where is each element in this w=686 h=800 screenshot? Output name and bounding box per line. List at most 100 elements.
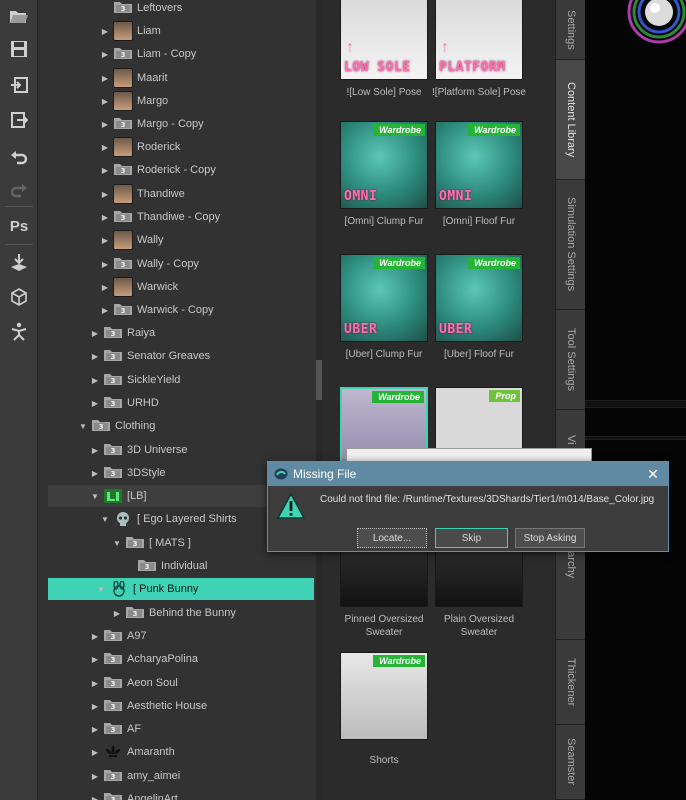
expand-right-icon[interactable]: ▶ xyxy=(100,97,110,106)
folder-icon: 3 xyxy=(91,418,111,434)
expand-right-icon[interactable]: ▶ xyxy=(100,236,110,245)
tree-row[interactable]: ▶ 3 Senator Greaves xyxy=(90,345,210,367)
content-card[interactable]: Wardrobe UBER [Uber] Clump Fur xyxy=(340,254,428,361)
redo-icon[interactable] xyxy=(7,178,31,202)
undo-icon[interactable] xyxy=(7,145,31,169)
expand-right-icon[interactable]: ▶ xyxy=(90,679,100,688)
expand-right-icon[interactable]: ▶ xyxy=(90,329,100,338)
content-card[interactable]: Wardrobe Shorts xyxy=(340,652,428,767)
tree-row[interactable]: ▶ Liam xyxy=(100,20,161,42)
expand-right-icon[interactable]: ▶ xyxy=(100,306,110,315)
camera-cube-icon[interactable] xyxy=(585,0,686,60)
tree-row[interactable]: ▶ 3 Liam - Copy xyxy=(100,43,196,65)
tree-row[interactable]: ▶ 3 3DStyle xyxy=(90,462,166,484)
expand-right-icon[interactable]: ▶ xyxy=(100,143,110,152)
tree-row[interactable]: ▶ Thandiwe xyxy=(100,183,185,205)
expand-right-icon[interactable]: ▶ xyxy=(100,50,110,59)
expand-right-icon[interactable]: ▶ xyxy=(90,772,100,781)
card-tag: Wardrobe xyxy=(468,124,520,136)
pose-icon[interactable] xyxy=(7,320,31,344)
stop-asking-button[interactable]: Stop Asking xyxy=(515,528,585,548)
tree-row[interactable]: ▼ 3 Clothing xyxy=(78,415,155,437)
drop-to-floor-icon[interactable] xyxy=(7,251,31,275)
pane-tab[interactable]: Content Library xyxy=(556,60,586,180)
tree-row-label: 3DStyle xyxy=(127,467,166,479)
expand-right-icon[interactable]: ▶ xyxy=(90,725,100,734)
expand-down-icon[interactable]: ▼ xyxy=(96,585,106,594)
pane-tab[interactable]: Seamster xyxy=(556,725,586,800)
pane-tab[interactable]: Tool Settings xyxy=(556,310,586,410)
tree-row[interactable]: ▶ 3 amy_aimei xyxy=(90,765,180,787)
tree-row[interactable]: 3 Leftovers xyxy=(100,0,182,19)
tree-row[interactable]: ▼ 3 [ MATS ] xyxy=(112,532,191,554)
tree-row[interactable]: ▶ 3 A97 xyxy=(90,625,147,647)
tree-row[interactable]: ▶ Margo xyxy=(100,90,168,112)
tree-row[interactable]: ▶ Amaranth xyxy=(90,741,175,763)
expand-down-icon[interactable]: ▼ xyxy=(112,539,122,548)
character-thumbnail xyxy=(113,137,133,157)
expand-right-icon[interactable]: ▶ xyxy=(90,632,100,641)
tree-row[interactable]: ▼ [ Ego Layered Shirts xyxy=(100,508,237,530)
expand-right-icon[interactable]: ▶ xyxy=(90,446,100,455)
expand-right-icon[interactable]: ▶ xyxy=(112,609,122,618)
photoshop-bridge-icon[interactable]: Ps xyxy=(7,214,31,238)
iray-section-icon[interactable] xyxy=(7,285,31,309)
expand-right-icon[interactable]: ▶ xyxy=(90,748,100,757)
tree-row[interactable]: ▶ 3 URHD xyxy=(90,392,159,414)
tree-row[interactable]: 3 Individual xyxy=(124,555,207,577)
content-card[interactable]: Wardrobe UBER [Uber] Floof Fur xyxy=(435,254,523,361)
tree-row[interactable]: ▶ 3 Thandiwe - Copy xyxy=(100,206,220,228)
expand-right-icon[interactable]: ▶ xyxy=(90,655,100,664)
expand-down-icon[interactable]: ▼ xyxy=(90,492,100,501)
tree-row[interactable]: ▶ 3 AngelinArt xyxy=(90,788,178,800)
export-icon[interactable] xyxy=(7,108,31,132)
tree-row-label: [ Punk Bunny xyxy=(133,583,199,595)
expand-right-icon[interactable]: ▶ xyxy=(90,399,100,408)
pane-tab[interactable]: Thickener xyxy=(556,640,586,725)
expand-right-icon[interactable]: ▶ xyxy=(90,352,100,361)
expand-right-icon[interactable]: ▶ xyxy=(90,702,100,711)
expand-right-icon[interactable]: ▶ xyxy=(100,190,110,199)
tree-row[interactable]: ▶ 3 Behind the Bunny xyxy=(112,602,236,624)
content-card[interactable]: Wardrobe OMNI [Omni] Floof Fur xyxy=(435,121,523,228)
tree-row[interactable]: ▶ Roderick xyxy=(100,136,180,158)
expand-right-icon[interactable]: ▶ xyxy=(90,795,100,800)
skip-button[interactable]: Skip xyxy=(435,528,508,548)
expand-right-icon[interactable]: ▶ xyxy=(90,469,100,478)
tree-row[interactable]: ▶ 3 AcharyaPolina xyxy=(90,648,198,670)
locate-button[interactable]: Locate... xyxy=(357,528,427,548)
pane-tab[interactable]: Simulation Settings xyxy=(556,180,586,310)
expand-right-icon[interactable]: ▶ xyxy=(100,27,110,36)
save-icon[interactable] xyxy=(7,37,31,61)
expand-right-icon[interactable]: ▶ xyxy=(100,283,110,292)
expand-right-icon[interactable]: ▶ xyxy=(100,74,110,83)
merge-icon[interactable] xyxy=(7,73,31,97)
expand-right-icon[interactable]: ▶ xyxy=(90,376,100,385)
tree-row[interactable]: ▶ 3 Wally - Copy xyxy=(100,253,199,275)
content-card[interactable]: ↑ PLATFORM ![Platform Sole] Pose xyxy=(432,0,526,99)
expand-down-icon[interactable]: ▼ xyxy=(100,515,110,524)
expand-right-icon[interactable]: ▶ xyxy=(100,166,110,175)
tree-row[interactable]: ▶ Warwick xyxy=(100,276,178,298)
tree-row[interactable]: ▶ 3 Aeon Soul xyxy=(90,672,178,694)
tree-row[interactable]: ▶ 3 AF xyxy=(90,718,141,740)
expand-right-icon[interactable]: ▶ xyxy=(100,260,110,269)
tree-row[interactable]: ▶ Wally xyxy=(100,229,163,251)
tree-row[interactable]: ▶ 3 Aesthetic House xyxy=(90,695,207,717)
tree-row[interactable]: ▶ 3 Roderick - Copy xyxy=(100,159,216,181)
expand-right-icon[interactable]: ▶ xyxy=(100,213,110,222)
close-icon[interactable]: ✕ xyxy=(638,466,668,483)
tree-row[interactable]: ▼ [ Punk Bunny xyxy=(48,578,314,600)
tree-row[interactable]: ▶ 3 Margo - Copy xyxy=(100,113,204,135)
expand-right-icon[interactable]: ▶ xyxy=(100,120,110,129)
tree-row[interactable]: ▶ 3 3D Universe xyxy=(90,439,188,461)
open-icon[interactable] xyxy=(7,4,31,28)
tree-row[interactable]: ▶ 3 Warwick - Copy xyxy=(100,299,214,321)
content-card[interactable]: ↑ LOW SOLE ![Low Sole] Pose xyxy=(340,0,428,99)
pane-tab[interactable]: Settings xyxy=(556,0,586,60)
expand-down-icon[interactable]: ▼ xyxy=(78,422,88,431)
tree-row[interactable]: ▶ 3 Raiya xyxy=(90,322,155,344)
tree-row[interactable]: ▶ 3 SickleYield xyxy=(90,369,180,391)
content-card[interactable]: Wardrobe OMNI [Omni] Clump Fur xyxy=(340,121,428,228)
tree-row[interactable]: ▶ Maarit xyxy=(100,67,168,89)
